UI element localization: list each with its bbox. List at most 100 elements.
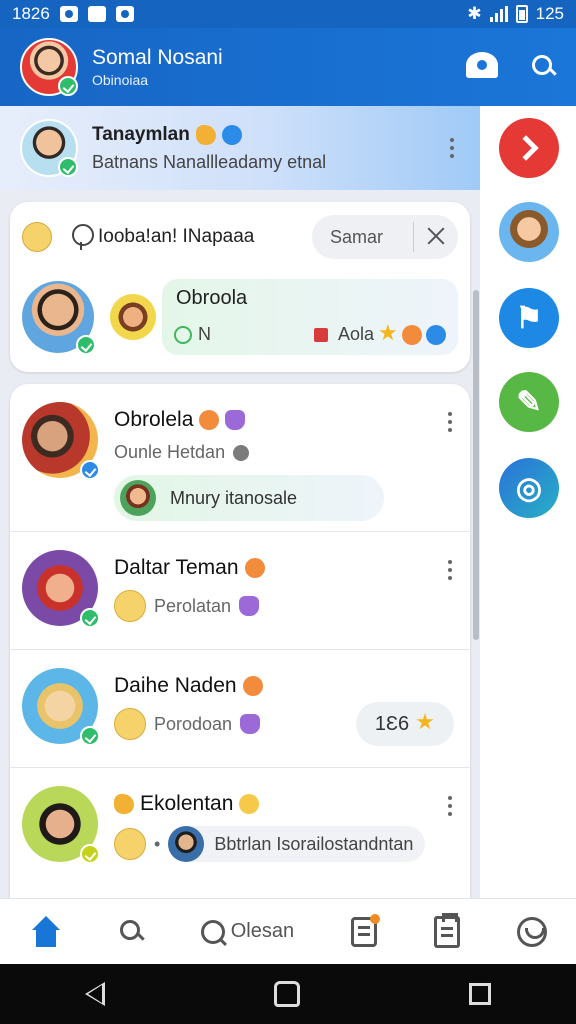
chat-item[interactable]: Ekolentan • Bbtrlan Isorailostandntan bbox=[10, 768, 470, 886]
close-icon[interactable] bbox=[414, 215, 458, 259]
more-options-icon[interactable] bbox=[444, 136, 460, 160]
contacts-icon[interactable] bbox=[462, 50, 502, 84]
bottom-navigation: Olesan bbox=[0, 898, 576, 964]
chat-name: Daihe Naden bbox=[114, 674, 237, 697]
verified-icon bbox=[426, 324, 446, 345]
recents-icon[interactable] bbox=[469, 983, 492, 1005]
chat-item[interactable]: Daltar Teman Perolatan bbox=[10, 532, 470, 650]
pinned-chat-preview: Batnans Nanallleadamy etnal bbox=[92, 151, 327, 172]
online-status-icon bbox=[80, 460, 100, 480]
message-icon bbox=[351, 913, 381, 947]
message-bubble[interactable]: Obroola N Aola bbox=[162, 279, 458, 355]
smiley-icon bbox=[239, 794, 260, 814]
flag-icon[interactable]: ⚑ bbox=[499, 288, 559, 348]
search-icon bbox=[119, 919, 144, 944]
avatar bbox=[110, 294, 156, 340]
app-bar: Somal Nosani Obinoiaa bbox=[0, 28, 576, 106]
face-emoji-icon bbox=[199, 410, 220, 430]
reply-bubble[interactable]: Mnury itanosale bbox=[114, 475, 384, 521]
preview-pill[interactable]: Bbtrlan Isorailostandntan bbox=[168, 826, 426, 862]
mute-icon bbox=[233, 444, 250, 461]
bluetooth-icon: ✱ bbox=[467, 4, 482, 23]
system-navigation bbox=[0, 964, 576, 1024]
more-options-icon[interactable] bbox=[442, 558, 458, 582]
chat-name: Daltar Teman bbox=[114, 556, 239, 579]
nav-notes[interactable] bbox=[351, 912, 381, 952]
tag-icon bbox=[313, 327, 328, 342]
search-card: Iooba!an! INapaaa Samar Obroola N Aola bbox=[10, 202, 470, 372]
online-status-icon bbox=[58, 76, 78, 96]
grape-emoji-icon bbox=[239, 596, 260, 616]
unread-count: 1Ɛ6 bbox=[374, 712, 410, 735]
more-options-icon[interactable] bbox=[442, 410, 458, 434]
smiley-icon bbox=[114, 828, 146, 860]
pinned-chat[interactable]: Tanaymlan Batnans Nanallleadamy etnal bbox=[0, 106, 480, 190]
nav-home[interactable] bbox=[29, 912, 63, 952]
system-home-icon[interactable] bbox=[273, 981, 300, 1007]
online-status-icon bbox=[80, 608, 100, 628]
avatar bbox=[22, 786, 100, 864]
verified-icon bbox=[221, 124, 242, 145]
more-options-icon[interactable] bbox=[442, 794, 458, 818]
nav-search[interactable] bbox=[119, 912, 144, 952]
grape-emoji-icon bbox=[240, 714, 261, 734]
avatar bbox=[168, 826, 205, 862]
smiley-icon bbox=[22, 222, 52, 252]
signal-icon bbox=[489, 6, 508, 22]
hand-emoji-icon bbox=[195, 124, 216, 145]
battery-icon bbox=[515, 5, 528, 23]
status-icon bbox=[174, 325, 192, 344]
nav-messages[interactable]: Olesan bbox=[200, 912, 295, 952]
face-emoji-icon bbox=[402, 324, 422, 345]
nav-more[interactable] bbox=[517, 912, 548, 952]
app-subtitle: Obinoiaa bbox=[92, 72, 149, 88]
chat-item[interactable]: Daihe Naden Porodoan 1Ɛ6 bbox=[10, 650, 470, 768]
reply-text: Mnury itanosale bbox=[170, 487, 298, 508]
search-icon[interactable] bbox=[532, 55, 556, 79]
contact-shortcut[interactable] bbox=[499, 202, 559, 262]
separator-dot: • bbox=[154, 833, 161, 854]
message-tag: N bbox=[198, 324, 211, 344]
next-button[interactable] bbox=[499, 118, 559, 178]
online-status-icon bbox=[80, 726, 100, 746]
message-title: Obroola bbox=[176, 287, 248, 309]
smiley-icon bbox=[114, 708, 146, 740]
avatar[interactable] bbox=[22, 281, 96, 355]
clipboard-icon bbox=[434, 912, 461, 948]
profile-avatar[interactable] bbox=[20, 38, 78, 96]
chat-item[interactable]: Obrolela Ounle Hetdan Mnury itanosale bbox=[10, 384, 470, 532]
search-input[interactable]: Samar bbox=[330, 227, 413, 248]
message-meta: Aola bbox=[337, 324, 374, 344]
hand-emoji-icon bbox=[114, 794, 134, 814]
search-field[interactable]: Samar bbox=[312, 215, 458, 259]
chat-preview: Perolatan bbox=[154, 595, 232, 616]
avatar bbox=[22, 550, 100, 628]
app-title: Somal Nosani bbox=[92, 46, 223, 69]
location-pin-icon bbox=[70, 224, 94, 250]
chat-name: Obrolela bbox=[114, 408, 194, 431]
chat-preview: Porodoan bbox=[154, 713, 233, 734]
notification-icon bbox=[87, 6, 106, 22]
chat-preview: Ounle Hetdan bbox=[114, 442, 226, 462]
swirl-icon bbox=[517, 916, 548, 947]
card-label: Iooba!an! INapaaa bbox=[98, 226, 255, 247]
camera-icon[interactable]: ◎ bbox=[499, 458, 559, 518]
star-emoji-icon bbox=[378, 322, 398, 345]
back-icon[interactable] bbox=[84, 982, 105, 1006]
nav-tasks[interactable] bbox=[434, 912, 461, 952]
online-status-icon bbox=[80, 844, 100, 864]
avatar bbox=[120, 480, 156, 516]
leaf-icon[interactable]: ✎ bbox=[499, 372, 559, 432]
heart-eyes-emoji-icon bbox=[244, 558, 265, 578]
online-status-icon bbox=[76, 335, 96, 355]
chevron-right-icon bbox=[513, 135, 539, 161]
home-icon bbox=[29, 915, 63, 948]
nav-messages-label: Olesan bbox=[230, 920, 295, 942]
online-status-icon bbox=[58, 157, 78, 177]
notification-icon bbox=[115, 6, 134, 22]
status-time: 1826 bbox=[12, 4, 50, 23]
avatar bbox=[22, 668, 100, 746]
scrollbar[interactable] bbox=[473, 290, 479, 640]
status-bar: 1826 ✱ 125 bbox=[0, 0, 576, 28]
avatar bbox=[20, 119, 78, 177]
